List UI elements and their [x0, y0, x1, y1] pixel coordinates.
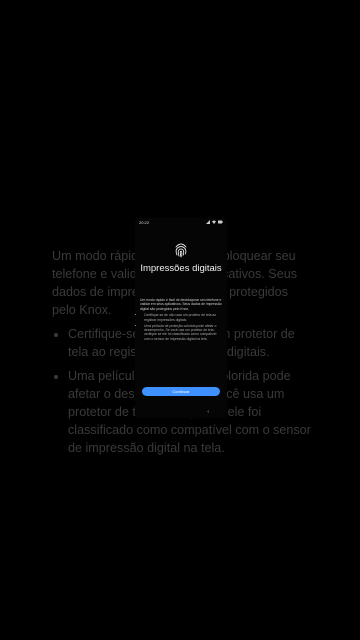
tips-list: Certifique-se de não usar um protetor de… — [140, 313, 222, 341]
tip-item: Uma película de proteção colorida pode a… — [144, 324, 222, 342]
battery-icon — [218, 220, 223, 225]
phone-screen: 20:22 Impressões digitais Um modo rápido… — [135, 218, 227, 418]
status-time: 20:22 — [139, 220, 150, 225]
chevron-left-icon[interactable]: ‹ — [207, 409, 209, 415]
continue-button[interactable]: Continuar — [142, 387, 220, 396]
signal-icon — [206, 220, 210, 225]
navigation-bar: ‹ — [135, 409, 227, 415]
status-bar: 20:22 — [139, 220, 223, 225]
status-icons — [206, 220, 223, 225]
page-title: Impressões digitais — [140, 263, 222, 274]
description-block: Um modo rápido e fácil de desbloquear se… — [140, 298, 222, 343]
description-text: Um modo rápido e fácil de desbloquear se… — [140, 298, 222, 311]
fingerprint-icon — [174, 242, 188, 258]
wifi-icon — [212, 220, 216, 225]
tip-item: Certifique-se de não usar um protetor de… — [144, 313, 222, 322]
